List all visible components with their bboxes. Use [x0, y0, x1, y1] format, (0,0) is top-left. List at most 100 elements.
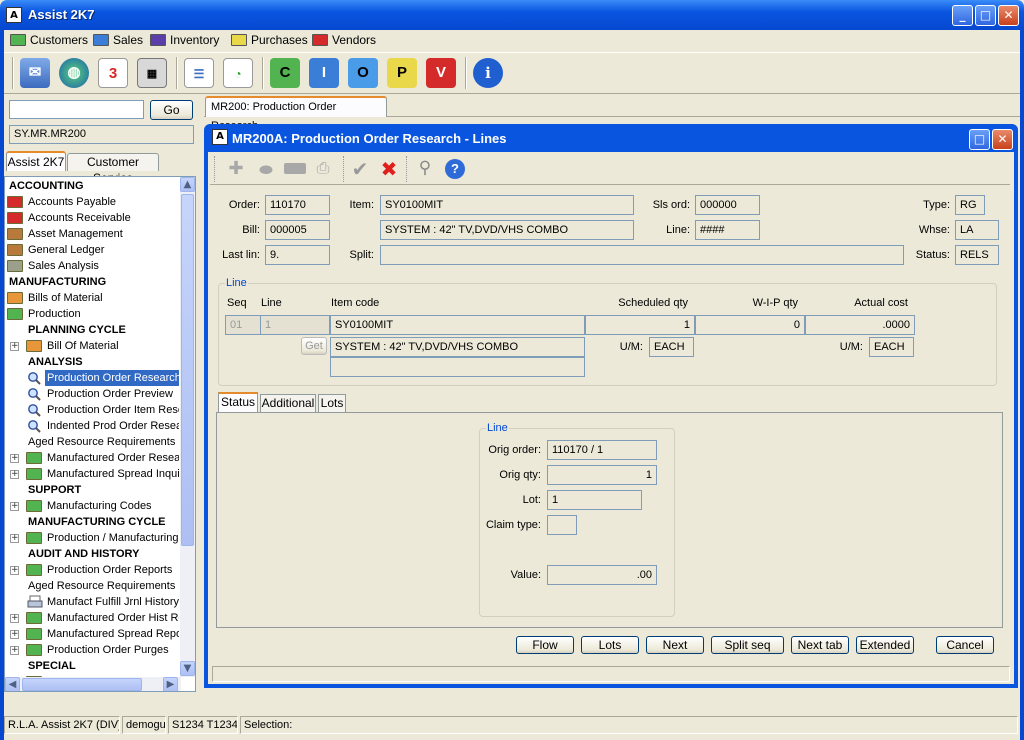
scroll-down-button[interactable]: ▼ — [180, 661, 195, 676]
mail-icon[interactable]: ✉ — [20, 58, 50, 88]
status-label: Status: — [915, 249, 950, 261]
purchases-folder-icon — [231, 34, 247, 46]
actual-cost-cell[interactable]: .0000 — [805, 315, 915, 335]
report-icon[interactable]: ◔ — [223, 58, 253, 88]
close-button[interactable]: ✕ — [998, 5, 1019, 26]
hscroll-thumb[interactable] — [22, 678, 142, 691]
globe-icon[interactable]: ◍ — [59, 58, 89, 88]
expand-icon[interactable]: + — [10, 342, 19, 351]
tree-item-label: Bill Of Material — [47, 340, 119, 352]
check-icon[interactable]: ✔ — [349, 157, 371, 181]
form-close-button[interactable]: ✕ — [992, 129, 1013, 150]
menu-purchases[interactable]: Purchases — [231, 32, 308, 49]
form-status-strip — [212, 666, 1010, 682]
minus-icon[interactable] — [284, 163, 306, 174]
tree-vertical-scrollbar[interactable]: ▲ ▼ — [180, 177, 195, 677]
split-seq-button[interactable]: Split seq — [711, 636, 784, 654]
expand-icon[interactable]: + — [10, 454, 19, 463]
next-tab-button[interactable]: Next tab — [791, 636, 849, 654]
bill-field[interactable]: 000005 — [265, 220, 330, 240]
order-field[interactable]: 110170 — [265, 195, 330, 215]
expand-icon[interactable]: + — [10, 614, 19, 623]
split-field[interactable] — [380, 245, 904, 265]
tab-assist-2k7[interactable]: Assist 2K7 — [6, 151, 66, 171]
menu-vendors[interactable]: Vendors — [312, 32, 376, 49]
tree-item-label: Production Order Item Research — [47, 404, 179, 416]
link-icon[interactable]: ⬬ — [255, 160, 277, 179]
tree-item-label: SPECIAL — [28, 660, 76, 672]
scroll-right-button[interactable]: ▶ — [163, 677, 178, 691]
window-title-bar[interactable]: A Assist 2K7 _ □ ✕ — [0, 0, 1024, 30]
col-wip-qty: W-I-P qty — [752, 297, 798, 309]
item-field[interactable]: SY0100MIT — [380, 195, 634, 215]
scroll-thumb[interactable] — [181, 194, 194, 546]
magnifier-icon — [27, 419, 41, 433]
magnifier-icon — [27, 371, 41, 385]
search-icon[interactable]: ⚲ — [414, 158, 436, 180]
line-group-title: Line — [225, 277, 248, 289]
flow-button[interactable]: Flow — [516, 636, 574, 654]
menu-customers[interactable]: Customers — [10, 32, 88, 49]
item-code-cell[interactable]: SY0100MIT — [330, 315, 585, 335]
tree-item-label: Manufactured Order Hist Research — [47, 612, 179, 624]
expand-icon[interactable]: + — [10, 630, 19, 639]
minimize-button[interactable]: _ — [952, 5, 973, 26]
tab-mr200[interactable]: MR200: Production Order Research — [205, 96, 387, 132]
menu-search-input[interactable] — [9, 100, 144, 119]
tree-item-label: Bills of Material — [28, 292, 103, 304]
calendar-icon[interactable]: 3 — [98, 58, 128, 88]
menu-sales[interactable]: Sales — [93, 32, 143, 49]
whse-label: Whse: — [918, 224, 950, 236]
tree-item-label: Asset Management — [28, 228, 123, 240]
tree-horizontal-scrollbar[interactable]: ◀ ▶ — [5, 677, 181, 691]
extended-button[interactable]: Extended — [856, 636, 914, 654]
vendors-v-icon[interactable]: V — [426, 58, 456, 88]
tree-item-label: Production — [28, 308, 81, 320]
add-icon[interactable]: ✚ — [226, 158, 246, 180]
type-field[interactable]: RG — [955, 195, 985, 215]
tab-status[interactable]: Status — [218, 392, 258, 412]
cancel-button[interactable]: Cancel — [936, 636, 994, 654]
expand-icon[interactable]: + — [10, 534, 19, 543]
tree-item-label: PLANNING CYCLE — [28, 324, 126, 336]
tab-lots[interactable]: Lots — [318, 394, 346, 412]
info-icon[interactable]: i — [473, 58, 503, 88]
menu-tree: ACCOUNTING Accounts Payable Accounts Recei… — [4, 176, 196, 692]
delete-icon[interactable]: ✖ — [378, 157, 400, 181]
menu-inventory[interactable]: Inventory — [150, 32, 219, 49]
line-field[interactable]: #### — [695, 220, 760, 240]
maximize-button[interactable]: □ — [975, 5, 996, 26]
help-icon[interactable]: ? — [445, 159, 465, 179]
go-button[interactable]: Go — [150, 100, 193, 120]
calculator-icon[interactable]: ▦ — [137, 58, 167, 88]
slsord-field[interactable]: 000000 — [695, 195, 760, 215]
expand-icon[interactable]: + — [10, 646, 19, 655]
wip-qty-cell[interactable]: 0 — [695, 315, 805, 335]
orig-order-field: 110170 / 1 — [547, 440, 657, 460]
main-toolbar: ✉ ◍ 3 ▦ ☰ ◔ C I O P V i — [4, 52, 1020, 94]
orders-o-icon[interactable]: O — [348, 58, 378, 88]
form-logo-icon: A — [212, 129, 228, 145]
get-button[interactable]: Get — [301, 337, 327, 355]
expand-icon[interactable]: + — [10, 502, 19, 511]
scheduled-qty-cell[interactable]: 1 — [585, 315, 695, 335]
whse-field[interactable]: LA — [955, 220, 999, 240]
purchases-p-icon[interactable]: P — [387, 58, 417, 88]
lots-button[interactable]: Lots — [581, 636, 639, 654]
printer-icon — [27, 595, 43, 609]
folder-icon — [26, 644, 42, 656]
next-button[interactable]: Next — [646, 636, 704, 654]
expand-icon[interactable]: + — [10, 566, 19, 575]
customers-c-icon[interactable]: C — [270, 58, 300, 88]
document-icon[interactable]: ☰ — [184, 58, 214, 88]
claim-type-field — [547, 515, 577, 535]
tree-item-label: Sales Analysis — [28, 260, 99, 272]
inventory-i-icon[interactable]: I — [309, 58, 339, 88]
tab-additional[interactable]: Additional — [260, 394, 316, 412]
scroll-left-button[interactable]: ◀ — [5, 677, 20, 691]
form-maximize-button[interactable]: □ — [969, 129, 990, 150]
tab-customer-service[interactable]: Customer Service — [67, 153, 159, 185]
expand-icon[interactable]: + — [10, 470, 19, 479]
scroll-up-button[interactable]: ▲ — [180, 177, 195, 192]
print-icon[interactable]: ⎙ — [312, 158, 334, 180]
